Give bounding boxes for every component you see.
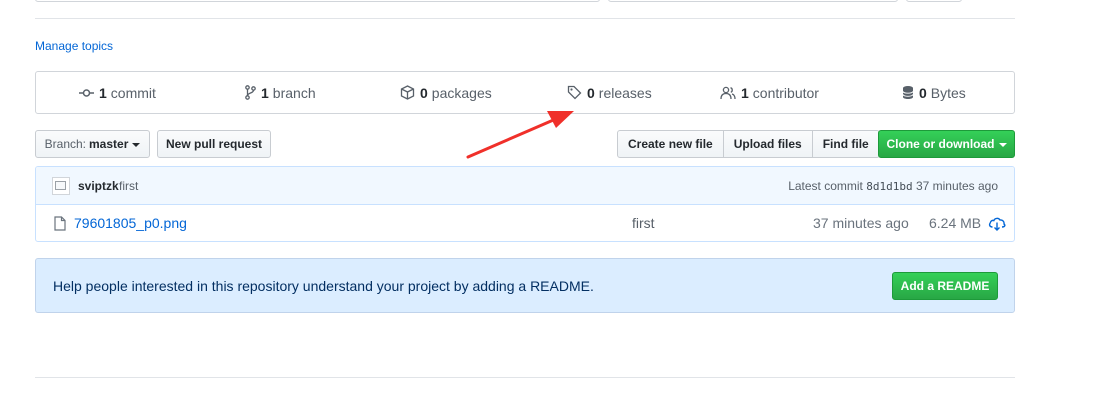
branch-select-button[interactable]: Branch: master <box>35 130 150 158</box>
contributor-count: 1 <box>741 84 749 101</box>
release-count: 0 <box>587 84 595 101</box>
branch-prefix: Branch: <box>44 137 86 151</box>
latest-commit-info: Latest commit 8d1d1bd 37 minutes ago <box>788 179 998 193</box>
latest-commit-bar: sviptzk first Latest commit 8d1d1bd 37 m… <box>36 167 1014 205</box>
file-commit-message-link[interactable]: first <box>632 215 655 231</box>
add-readme-button[interactable]: Add a README <box>892 272 998 300</box>
file-size: 6.24 MB <box>929 215 982 231</box>
branch-count: 1 <box>261 84 269 101</box>
file-table: sviptzk first Latest commit 8d1d1bd 37 m… <box>35 166 1015 242</box>
find-file-button[interactable]: Find file <box>811 130 880 158</box>
save-button[interactable] <box>906 0 962 2</box>
package-icon <box>400 85 415 100</box>
commit-icon <box>79 88 94 97</box>
release-label: releases <box>598 84 652 101</box>
branch-name: master <box>89 137 129 151</box>
clone-or-download-label: Clone or download <box>886 137 995 151</box>
packages-link[interactable]: 0 packages <box>400 72 492 113</box>
releases-link[interactable]: 0 releases <box>567 72 652 113</box>
file-age: 37 minutes ago <box>813 215 909 231</box>
database-icon <box>902 86 914 99</box>
table-row: 79601805_p0.png first 37 minutes ago 6.2… <box>36 205 1014 241</box>
tag-icon <box>567 85 582 100</box>
contributors-link[interactable]: 1 contributor <box>720 72 819 113</box>
contributor-label: contributor <box>752 84 819 101</box>
file-name-link[interactable]: 79601805_p0.png <box>74 215 187 231</box>
readme-prompt-text: Help people interested in this repositor… <box>53 278 594 294</box>
branches-link[interactable]: 1 branch <box>245 72 316 113</box>
latest-commit-age: 37 minutes ago <box>915 179 998 193</box>
people-icon <box>720 86 736 99</box>
divider <box>35 18 1015 19</box>
divider <box>35 377 1015 378</box>
chevron-down-icon <box>132 142 141 147</box>
upload-files-button[interactable]: Upload files <box>722 130 813 158</box>
website-input[interactable] <box>608 0 898 2</box>
commit-count: 1 <box>99 84 107 101</box>
clone-or-download-button[interactable]: Clone or download <box>878 130 1015 158</box>
commits-link[interactable]: 1 commit <box>79 72 156 113</box>
file-icon <box>54 216 66 231</box>
add-readme-label: Add a README <box>900 279 990 293</box>
latest-commit-label: Latest commit <box>788 179 863 193</box>
commit-author-link[interactable]: sviptzk <box>78 179 119 193</box>
commit-sha-link[interactable]: 8d1d1bd <box>866 180 912 193</box>
branch-icon <box>245 85 256 100</box>
size-count: 0 <box>919 84 927 101</box>
repo-size: 0 Bytes <box>902 72 966 113</box>
new-pull-request-button[interactable]: New pull request <box>157 130 271 158</box>
commit-message-link[interactable]: first <box>119 179 138 193</box>
repo-summary-bar: 1 commit 1 branch 0 packages 0 releases <box>35 71 1015 114</box>
manage-topics-link[interactable]: Manage topics <box>35 39 113 53</box>
branch-label: branch <box>272 84 316 101</box>
package-count: 0 <box>420 84 428 101</box>
file-actions-group: Create new file Upload files Find file <box>617 130 880 158</box>
avatar[interactable] <box>52 177 70 195</box>
new-pull-request-label: New pull request <box>165 137 263 151</box>
description-input[interactable] <box>35 0 600 2</box>
commit-label: commit <box>110 84 156 101</box>
cloud-download-icon[interactable] <box>988 216 1006 231</box>
readme-prompt: Help people interested in this repositor… <box>35 258 1015 313</box>
size-label: Bytes <box>930 84 966 101</box>
create-new-file-button[interactable]: Create new file <box>617 130 724 158</box>
package-label: packages <box>431 84 492 101</box>
chevron-down-icon <box>998 142 1007 147</box>
